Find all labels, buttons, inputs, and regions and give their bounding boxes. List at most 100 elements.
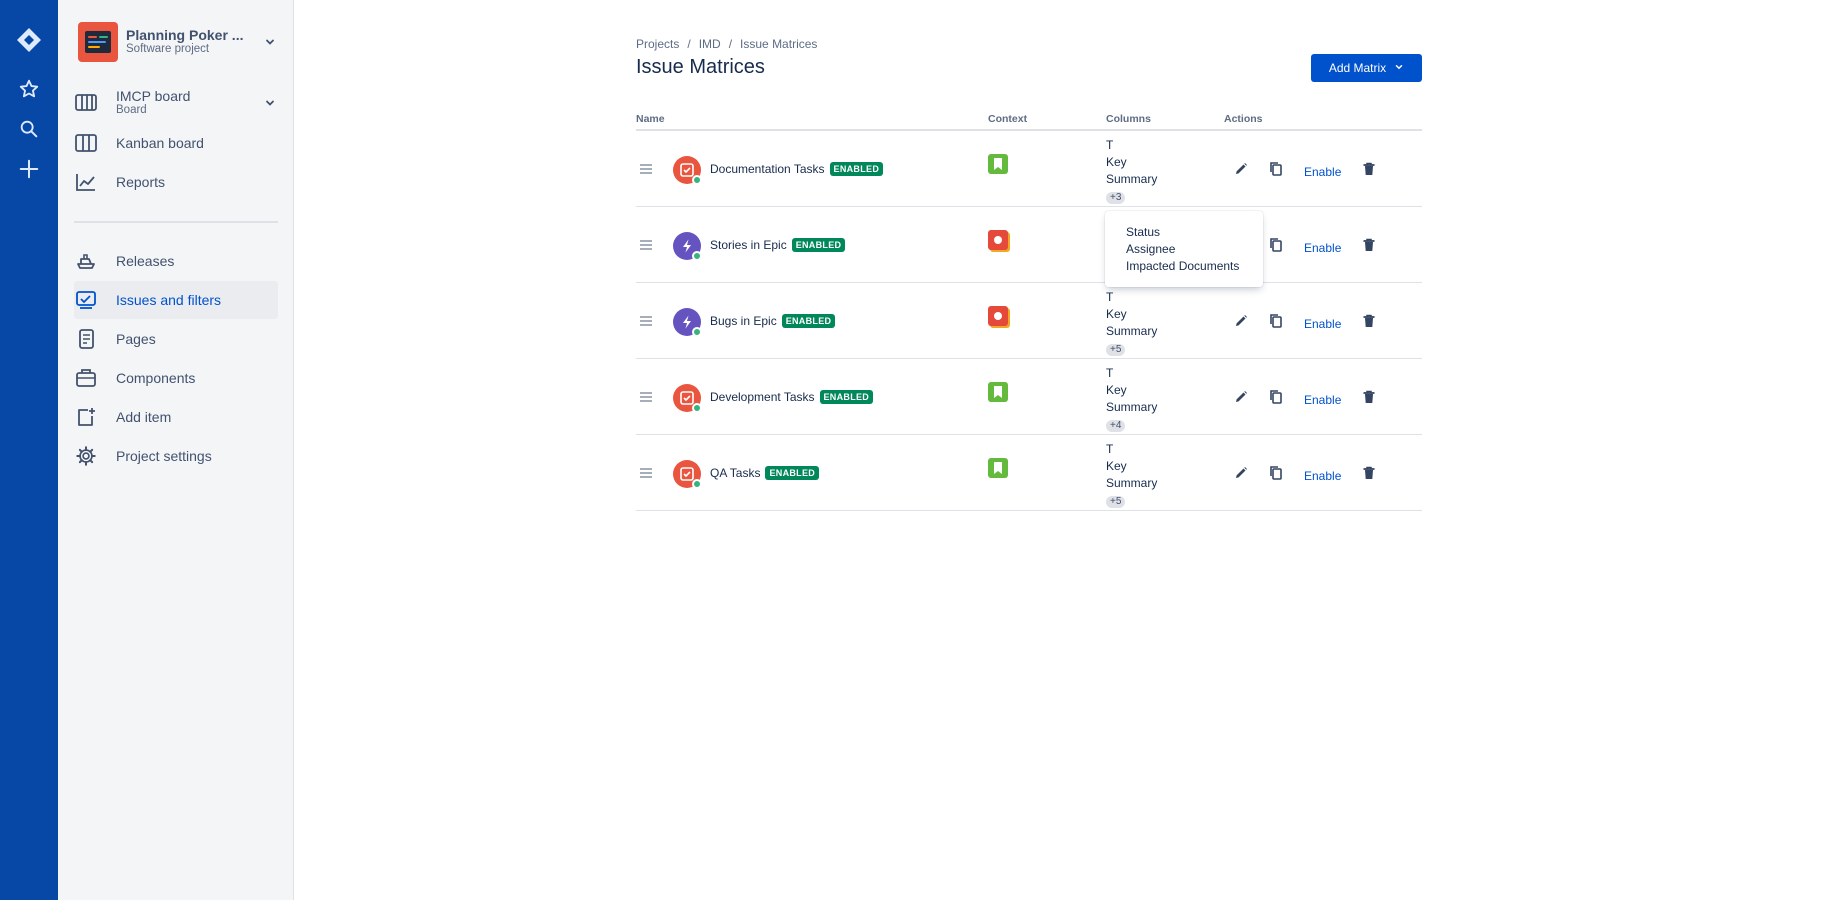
add-matrix-button[interactable]: Add Matrix	[1311, 54, 1422, 82]
sidebar-item-releases[interactable]: Releases	[74, 242, 278, 280]
chevron-down-icon	[262, 34, 278, 50]
copy-icon[interactable]	[1266, 311, 1286, 331]
table-row: Development Tasks ENABLED T Key Summary +4 Ena…	[636, 359, 1422, 435]
create-icon[interactable]	[13, 153, 45, 185]
sidebar-item-label: Components	[116, 370, 196, 386]
project-switcher[interactable]: Planning Poker ... Software project	[78, 20, 278, 64]
enable-link[interactable]: Enable	[1304, 466, 1341, 486]
breadcrumb-separator: /	[687, 37, 691, 51]
breadcrumb-separator: /	[728, 37, 733, 51]
breadcrumb-project[interactable]: IMD	[699, 37, 721, 51]
more-columns-badge[interactable]: +4	[1106, 420, 1126, 432]
task-issue-type-icon	[673, 460, 702, 489]
matrix-name-text: Development Tasks	[710, 390, 815, 404]
columns-list: T Key Summary +4	[1106, 365, 1157, 433]
epic-issue-type-icon	[673, 232, 702, 261]
sidebar-item-add-item[interactable]: Add item	[74, 398, 278, 436]
drag-handle-icon[interactable]	[640, 161, 652, 179]
board-switcher[interactable]: IMCP board Board	[74, 86, 278, 120]
enable-link[interactable]: Enable	[1304, 314, 1341, 334]
copy-icon[interactable]	[1266, 387, 1286, 407]
jira-logo-icon[interactable]	[13, 24, 45, 56]
task-issue-type-icon	[673, 156, 702, 185]
more-columns-badge[interactable]: +5	[1106, 496, 1126, 508]
bug-context-icon	[988, 230, 1008, 250]
project-type: Software project	[126, 43, 210, 56]
columns-list: T Key Summary +3	[1106, 137, 1157, 205]
drag-handle-icon[interactable]	[640, 389, 652, 407]
edit-icon[interactable]	[1231, 159, 1251, 179]
column-item: Key	[1106, 307, 1127, 321]
sidebar-item-pages[interactable]: Pages	[74, 320, 278, 358]
drag-handle-icon[interactable]	[640, 313, 652, 331]
column-item: T	[1106, 366, 1114, 380]
more-columns-badge[interactable]: +3	[1106, 192, 1126, 204]
column-item: Key	[1106, 383, 1127, 397]
bug-context-icon	[988, 306, 1008, 326]
sidebar-item-kanban-board[interactable]: Kanban board	[74, 124, 278, 162]
delete-icon[interactable]	[1359, 159, 1379, 179]
components-icon	[74, 366, 98, 390]
issues-icon	[74, 288, 98, 312]
edit-icon[interactable]	[1231, 463, 1251, 483]
enable-link[interactable]: Enable	[1304, 162, 1341, 182]
sidebar-divider	[74, 221, 278, 223]
sidebar-item-components[interactable]: Components	[74, 359, 278, 397]
task-issue-type-icon	[673, 384, 702, 413]
drag-handle-icon[interactable]	[640, 465, 652, 483]
columns-list: T Key Summary +5	[1106, 441, 1157, 509]
delete-icon[interactable]	[1359, 311, 1379, 331]
table-row: QA Tasks ENABLED T Key Summary +5 Enable	[636, 435, 1422, 511]
status-dot-icon	[692, 327, 702, 337]
page-title: Issue Matrices	[636, 56, 765, 78]
copy-icon[interactable]	[1266, 159, 1286, 179]
status-dot-icon	[692, 175, 702, 185]
edit-icon[interactable]	[1231, 387, 1251, 407]
status-badge: ENABLED	[819, 390, 874, 404]
sidebar-item-project-settings[interactable]: Project settings	[74, 437, 278, 475]
status-dot-icon	[692, 403, 702, 413]
sidebar-item-label: Add item	[116, 409, 172, 425]
breadcrumb: Projects / IMD / Issue Matrices	[636, 37, 817, 51]
starred-icon[interactable]	[13, 73, 45, 105]
delete-icon[interactable]	[1359, 235, 1379, 255]
sidebar-item-reports[interactable]: Reports	[74, 163, 278, 201]
copy-icon[interactable]	[1266, 463, 1286, 483]
story-context-icon	[988, 458, 1008, 478]
breadcrumb-current[interactable]: Issue Matrices	[740, 37, 817, 51]
header-name: Name	[636, 113, 665, 125]
sidebar-item-label: Releases	[116, 253, 175, 269]
more-columns-badge[interactable]: +5	[1106, 344, 1126, 356]
kanban-icon	[74, 131, 98, 155]
breadcrumb-projects[interactable]: Projects	[636, 37, 679, 51]
matrix-name-text: Stories in Epic	[710, 238, 787, 252]
sidebar-item-label: Issues and filters	[116, 292, 222, 308]
chevron-down-icon	[262, 95, 278, 111]
global-nav-rail	[0, 0, 58, 900]
column-item: Key	[1106, 155, 1127, 169]
header-columns: Columns	[1106, 113, 1151, 125]
reports-icon	[74, 170, 98, 194]
pages-icon	[74, 327, 98, 351]
sidebar-item-label: Kanban board	[116, 135, 204, 151]
column-item: Summary	[1106, 476, 1158, 490]
status-badge: ENABLED	[781, 314, 836, 328]
releases-icon	[74, 249, 98, 273]
matrices-table: Name Context Columns Actions Documentati…	[636, 110, 1422, 511]
delete-icon[interactable]	[1359, 387, 1379, 407]
drag-handle-icon[interactable]	[640, 237, 652, 255]
header-actions: Actions	[1224, 113, 1263, 125]
table-row: Bugs in Epic ENABLED T Key Summary +5 Enable	[636, 283, 1422, 359]
matrix-name-text: Documentation Tasks	[710, 162, 825, 176]
matrix-name: Stories in Epic ENABLED	[710, 238, 846, 252]
sidebar-item-issues-and-filters[interactable]: Issues and filters	[74, 281, 278, 319]
settings-icon	[74, 444, 98, 468]
enable-link[interactable]: Enable	[1304, 238, 1341, 258]
edit-icon[interactable]	[1231, 311, 1251, 331]
copy-icon[interactable]	[1266, 235, 1286, 255]
delete-icon[interactable]	[1359, 463, 1379, 483]
project-avatar	[78, 22, 118, 62]
enable-link[interactable]: Enable	[1304, 390, 1341, 410]
column-item: Key	[1106, 459, 1127, 473]
search-icon[interactable]	[13, 113, 45, 145]
